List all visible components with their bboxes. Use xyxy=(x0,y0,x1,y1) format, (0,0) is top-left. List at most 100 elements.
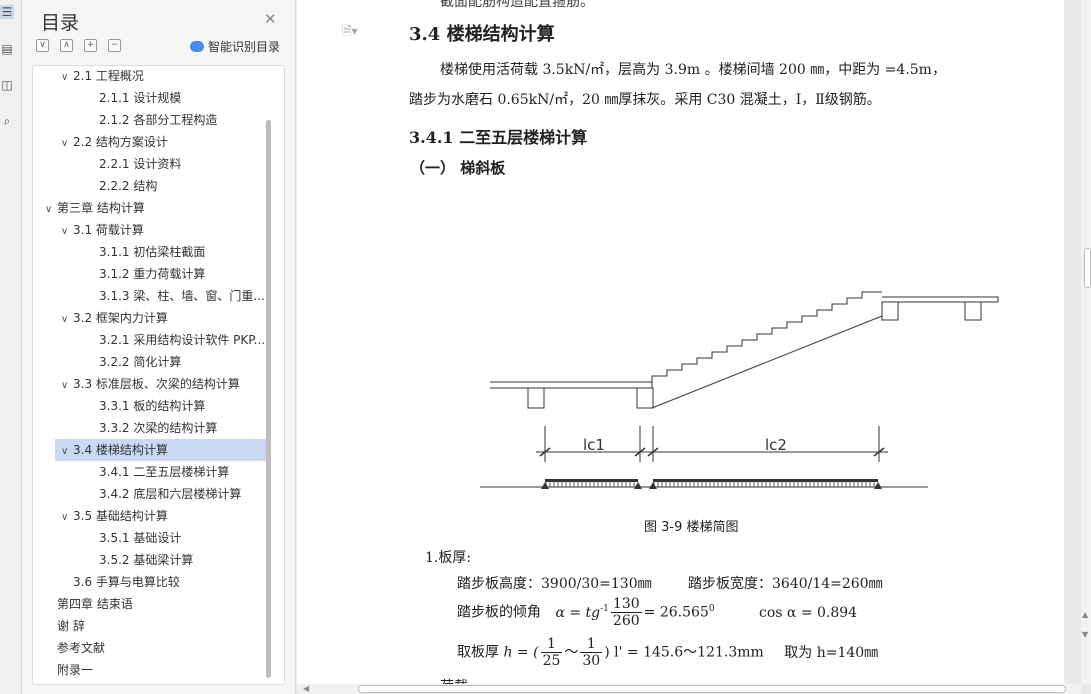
scroll-up-icon[interactable]: ▲ xyxy=(1082,610,1088,619)
toc-item[interactable]: 3.5.2 基础梁计算 xyxy=(33,549,276,571)
thickness-range: ) l' = 145.6～121.3mm xyxy=(604,644,764,661)
chevron-down-icon[interactable]: ∨ xyxy=(61,309,73,329)
label-lc1: lc1 xyxy=(583,436,605,454)
toc-panel: 目录 ✕ ∨ ∧ + − 智能识别目录 ∨ 2.1 工程概况 2.1.1 设计规模 2… xyxy=(22,0,296,694)
support-1 xyxy=(541,482,549,489)
toc-item[interactable]: 3.3.2 次梁的结构计算 xyxy=(33,417,276,439)
angle-num: 130 xyxy=(610,596,642,613)
toc-item[interactable]: 谢 辞 xyxy=(33,615,276,637)
toc-item[interactable]: 3.2.1 采用结构设计软件 PKP... xyxy=(33,329,276,351)
toc-item[interactable]: 第四章 结束语 xyxy=(33,593,276,615)
toc-icon[interactable]: ☰ xyxy=(0,5,14,19)
toc-item-label: 3.3.1 板的结构计算 xyxy=(99,399,206,413)
angle-sup: -1 xyxy=(600,603,609,614)
toc-item[interactable]: 3.6 手算与电算比较 xyxy=(33,571,276,593)
horizontal-scrollbar-thumb[interactable] xyxy=(358,685,1066,693)
load-bar-left xyxy=(545,479,638,482)
step-width-line: 踏步板宽度：3640/14=260㎜ xyxy=(688,576,883,592)
search-icon[interactable]: ⌕ xyxy=(0,114,14,128)
thickness-formula: 取板厚 h = (1 25 ～ 1 30) l' = 145.6～121.3mm 取为 … xyxy=(457,636,878,669)
toc-scrollbar[interactable] xyxy=(266,120,271,678)
toc-item[interactable]: ∨ 2.2 结构方案设计 xyxy=(33,131,276,153)
toc-item[interactable]: 3.2.2 简化计算 xyxy=(33,351,276,373)
toc-item-label: 第四章 结束语 xyxy=(57,597,133,611)
page-icon[interactable]: ▤ xyxy=(0,42,14,56)
toc-item[interactable]: 3.4.2 底层和六层楼梯计算 xyxy=(33,483,276,505)
toc-item[interactable]: 3.1.1 初估梁柱截面 xyxy=(33,241,276,263)
toc-item-label: 2.2 结构方案设计 xyxy=(73,135,168,149)
remove-item-icon[interactable]: − xyxy=(108,39,121,52)
figure-caption: 图 3-9 楼梯简图 xyxy=(644,520,739,535)
expand-level-icon[interactable]: ∧ xyxy=(60,39,73,52)
toc-item[interactable]: 2.2.2 结构 xyxy=(33,175,276,197)
toc-item[interactable]: ∨ 3.1 荷载计算 xyxy=(33,219,276,241)
document-icon[interactable]: 🗎▾ xyxy=(342,22,358,43)
toc-item-label: 2.2.2 结构 xyxy=(99,179,158,193)
support-2 xyxy=(634,482,642,489)
toc-item-label: 2.2.1 设计资料 xyxy=(99,157,182,171)
angle-formula: 踏步板的倾角 α = tg-1 130 260 = 26.5650 cos α = 0… xyxy=(457,596,857,629)
left-tool-strip: ☰ ▤ ◫ ⌕ xyxy=(0,0,22,694)
toc-item-label: 2.1 工程概况 xyxy=(73,69,144,83)
toc-item[interactable]: 2.1.1 设计规模 xyxy=(33,87,276,109)
support-4 xyxy=(874,482,882,489)
fraction-2-num: 1 xyxy=(580,636,603,653)
chevron-down-icon[interactable]: ∨ xyxy=(45,199,57,219)
toc-item-label: 2.1.2 各部分工程构造 xyxy=(99,113,218,127)
toc-item-label: 3.1.3 梁、柱、墙、窗、门重... xyxy=(99,289,265,303)
subsection-heading: 3.4.1 二至五层楼梯计算 xyxy=(409,128,588,147)
chevron-down-icon[interactable]: ∨ xyxy=(61,375,73,395)
close-icon[interactable]: ✕ xyxy=(264,10,277,28)
toc-item[interactable]: ∨ 2.1 工程概况 xyxy=(33,66,276,87)
toc-item-label: 3.1.2 重力荷载计算 xyxy=(99,267,206,281)
toc-item[interactable]: 3.1.3 梁、柱、墙、窗、门重... xyxy=(33,285,276,307)
toc-item[interactable]: 附录一 xyxy=(33,659,276,681)
beam-left xyxy=(527,387,545,409)
fraction-2: 1 30 xyxy=(580,636,603,669)
scroll-down-icon[interactable]: ▼ xyxy=(1082,630,1088,639)
toc-item-label: 参考文献 xyxy=(57,641,106,655)
angle-fraction: 130 260 xyxy=(610,596,642,629)
smart-toc-label: 智能识别目录 xyxy=(208,40,281,54)
toc-item-label: 第三章 结构计算 xyxy=(57,201,145,215)
toc-item[interactable]: ∨ 3.5 基础结构计算 xyxy=(33,505,276,527)
angle-den: 260 xyxy=(612,613,640,629)
vertical-scrollbar-track[interactable] xyxy=(1081,0,1091,684)
smart-toc-icon xyxy=(190,41,204,52)
chevron-down-icon[interactable]: ∨ xyxy=(61,441,73,461)
collapse-all-icon[interactable]: ∨ xyxy=(36,39,49,52)
toc-item[interactable]: 3.4.1 二至五层楼梯计算 xyxy=(33,461,276,483)
fraction-1: 1 25 xyxy=(540,636,563,669)
toc-item[interactable]: 3.5.1 基础设计 xyxy=(33,527,276,549)
toc-item-label: 3.2 框架内力计算 xyxy=(73,311,168,325)
toc-item-label: 3.4 楼梯结构计算 xyxy=(73,443,168,457)
toc-item[interactable]: 2.2.1 设计资料 xyxy=(33,153,276,175)
chevron-down-icon[interactable]: ∨ xyxy=(61,67,73,87)
lower-landing xyxy=(490,381,653,389)
toc-item-label: 3.4.2 底层和六层楼梯计算 xyxy=(99,487,242,501)
toc-item[interactable]: 3.3.1 板的结构计算 xyxy=(33,395,276,417)
toc-item[interactable]: 2.1.2 各部分工程构造 xyxy=(33,109,276,131)
toc-list-container: ∨ 2.1 工程概况 2.1.1 设计规模 2.1.2 各部分工程构造 ∨ 2.2 结构方… xyxy=(32,65,285,685)
step-height-line: 踏步板高度：3900/30=130㎜ xyxy=(457,576,652,592)
chevron-down-icon[interactable]: ∨ xyxy=(61,221,73,241)
toc-item-label: 3.5 基础结构计算 xyxy=(73,509,168,523)
toc-item[interactable]: 3.1.2 重力荷载计算 xyxy=(33,263,276,285)
toc-item[interactable]: ∨ 3.2 框架内力计算 xyxy=(33,307,276,329)
truncated-top-line: 截面配筋构造配置箍筋。 xyxy=(440,0,594,10)
chevron-down-icon[interactable]: ∨ xyxy=(61,507,73,527)
support-3 xyxy=(649,482,657,489)
toc-item[interactable]: 参考文献 xyxy=(33,637,276,659)
vertical-scrollbar-thumb[interactable] xyxy=(1084,248,1091,288)
toc-item[interactable]: ∨ 3.4 楼梯结构计算 xyxy=(55,439,266,461)
beam-upper-right xyxy=(964,301,982,321)
bookmark-icon[interactable]: ◫ xyxy=(0,78,14,92)
scroll-left-icon[interactable]: ◀ xyxy=(303,684,309,693)
app-window: ☰ ▤ ◫ ⌕ 目录 ✕ ∨ ∧ + − 智能识别目录 ∨ 2.1 工程概况 2.1… xyxy=(0,0,1091,694)
toc-item[interactable]: ∨ 第三章 结构计算 xyxy=(33,197,276,219)
add-item-icon[interactable]: + xyxy=(84,39,97,52)
thickness-chosen: 取为 h=140㎜ xyxy=(784,644,879,661)
chevron-down-icon[interactable]: ∨ xyxy=(61,133,73,153)
smart-toc-button[interactable]: 智能识别目录 xyxy=(190,38,280,55)
toc-item[interactable]: ∨ 3.3 标准层板、次梁的结构计算 xyxy=(33,373,276,395)
